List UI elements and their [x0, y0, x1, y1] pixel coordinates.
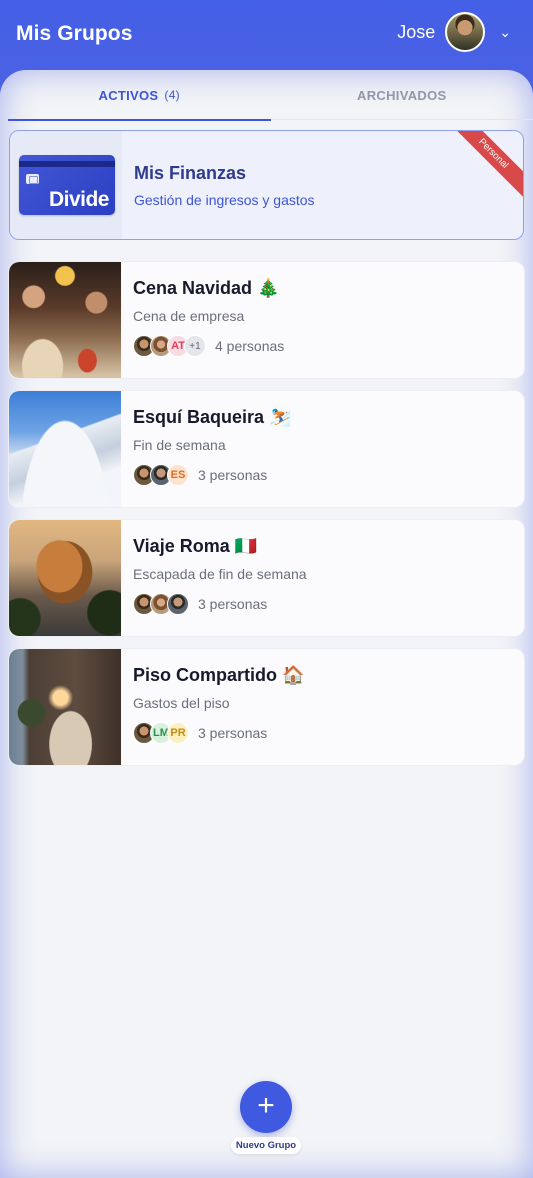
page-title: Mis Grupos	[16, 22, 133, 45]
group-card-viaje-roma[interactable]: Viaje Roma 🇮🇹 Escapada de fin de semana …	[9, 520, 524, 636]
member-avatar	[167, 593, 189, 615]
group-subtitle: Gastos del piso	[133, 695, 230, 711]
finance-subtitle: Gestión de ingresos y gastos	[134, 192, 315, 208]
chevron-down-icon[interactable]: ⌄	[499, 24, 511, 41]
card-logo: Divide	[48, 188, 110, 211]
group-title: Piso Compartido 🏠	[133, 665, 305, 685]
group-title: Esquí Baqueira ⛷️	[133, 407, 292, 427]
member-avatar: ES	[167, 464, 189, 486]
group-subtitle: Cena de empresa	[133, 308, 245, 324]
members-count: 4 personas	[215, 338, 285, 354]
group-card-esqui-baqueira[interactable]: Esquí Baqueira ⛷️ Fin de semana ES 3 per…	[9, 391, 524, 507]
member-avatars: ES 3 personas	[133, 463, 267, 487]
plus-icon: +	[257, 1089, 275, 1122]
user-menu[interactable]: Jose ⌄	[397, 12, 511, 52]
finance-thumbnail: Divide	[10, 131, 122, 239]
group-image	[9, 262, 121, 378]
member-avatars: 3 personas	[133, 592, 267, 616]
new-group-button[interactable]: +	[240, 1081, 292, 1133]
group-title: Cena Navidad 🎄	[133, 278, 280, 298]
group-image	[9, 649, 121, 765]
group-image	[9, 520, 121, 636]
tab-archivados[interactable]: ARCHIVADOS	[271, 70, 533, 120]
members-count: 3 personas	[198, 467, 268, 483]
group-title: Viaje Roma 🇮🇹	[133, 536, 258, 556]
card-stripe	[19, 161, 115, 167]
member-avatars: LM PR 3 personas	[133, 721, 267, 745]
group-image	[9, 391, 121, 507]
more-members-badge: +1	[184, 335, 206, 357]
group-tabs: ACTIVOS (4) ARCHIVADOS	[8, 70, 533, 121]
user-avatar[interactable]	[445, 12, 486, 52]
personal-ribbon: Personal	[444, 131, 523, 203]
group-card-piso-compartido[interactable]: Piso Compartido 🏠 Gastos del piso LM PR …	[9, 649, 524, 765]
credit-card-icon: Divide	[19, 155, 115, 215]
tab-activos-label: ACTIVOS	[98, 87, 159, 103]
members-count: 3 personas	[198, 596, 268, 612]
group-subtitle: Escapada de fin de semana	[133, 566, 307, 582]
group-card-cena-navidad[interactable]: Cena Navidad 🎄 Cena de empresa AT +1 4 p…	[9, 262, 524, 378]
user-name: Jose	[397, 21, 436, 42]
member-avatars: AT +1 4 personas	[133, 334, 284, 358]
group-subtitle: Fin de semana	[133, 437, 226, 453]
chip-icon	[26, 174, 39, 184]
finance-title: Mis Finanzas	[134, 163, 247, 183]
tab-activos[interactable]: ACTIVOS (4)	[8, 70, 271, 121]
tab-archivados-label: ARCHIVADOS	[357, 87, 447, 103]
tab-activos-count: (4)	[164, 88, 180, 102]
new-group-label[interactable]: Nuevo Grupo	[231, 1137, 301, 1154]
personal-finance-card[interactable]: Divide Mis Finanzas Gestión de ingresos …	[9, 130, 524, 240]
members-count: 3 personas	[198, 725, 268, 741]
member-avatar: PR	[167, 722, 189, 744]
content-sheet: ACTIVOS (4) ARCHIVADOS Divide Mis Finanz…	[0, 70, 533, 1178]
